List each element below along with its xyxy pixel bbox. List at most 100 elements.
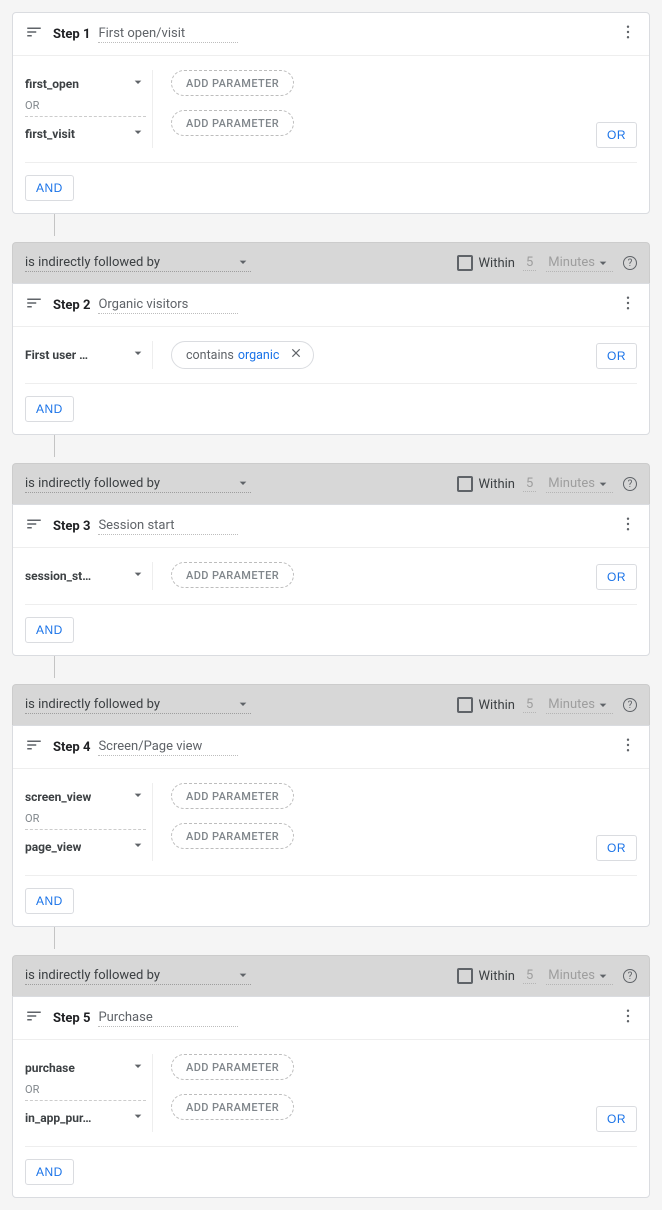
step-number-label: Step 4 — [53, 740, 90, 755]
within-checkbox[interactable] — [457, 255, 473, 271]
chevron-down-icon — [130, 566, 146, 586]
within-value-input[interactable]: 5 — [523, 476, 536, 492]
kebab-menu-icon[interactable] — [619, 1007, 637, 1029]
help-icon[interactable]: ? — [623, 969, 637, 983]
follow-type-select[interactable]: is indirectly followed by — [25, 254, 251, 272]
sort-icon[interactable] — [25, 294, 53, 316]
step-body: purchase OR in_app_pur… ADD PARAMETER ADD PA… — [13, 1040, 649, 1197]
step-number-label: Step 2 — [53, 298, 90, 313]
step-name-input[interactable]: First open/visit — [98, 26, 238, 43]
within-value-input[interactable]: 5 — [523, 255, 536, 271]
follow-type-select[interactable]: is indirectly followed by — [25, 696, 251, 714]
event-select[interactable]: screen_view — [25, 783, 146, 811]
sort-icon[interactable] — [25, 736, 53, 758]
step-number-label: Step 3 — [53, 519, 90, 534]
event-list: session_st… — [25, 562, 153, 590]
divider — [25, 829, 146, 830]
parameters-column: ADD PARAMETER — [153, 562, 586, 588]
step-name-input[interactable]: Screen/Page view — [98, 739, 238, 756]
step-name-input[interactable]: Session start — [98, 518, 238, 535]
kebab-menu-icon[interactable] — [619, 23, 637, 45]
within-value-input[interactable]: 5 — [523, 968, 536, 984]
event-name-label: first_visit — [25, 127, 75, 141]
kebab-menu-icon[interactable] — [619, 294, 637, 316]
within-unit-select[interactable]: Minutes — [546, 476, 613, 493]
or-button[interactable]: OR — [596, 564, 637, 590]
event-select[interactable]: purchase — [25, 1054, 146, 1082]
or-column: OR — [586, 1054, 637, 1132]
and-button[interactable]: AND — [25, 617, 74, 643]
add-parameter-button[interactable]: ADD PARAMETER — [171, 823, 294, 849]
and-row: AND — [25, 605, 637, 655]
event-list: screen_view OR page_view — [25, 783, 153, 861]
help-icon[interactable]: ? — [623, 698, 637, 712]
within-label: Within — [479, 969, 515, 984]
or-column: OR — [586, 341, 637, 369]
conditions-wrap: first_openORfirst_visitADD PARAMETERADD … — [25, 56, 637, 163]
and-button[interactable]: AND — [25, 888, 74, 914]
connector-line — [54, 214, 55, 236]
or-column: OR — [586, 562, 637, 590]
add-parameter-button[interactable]: ADD PARAMETER — [171, 1094, 294, 1120]
event-list: first_openORfirst_visit — [25, 70, 153, 148]
follow-type-select[interactable]: is indirectly followed by — [25, 967, 251, 985]
chevron-down-icon — [130, 837, 146, 857]
or-separator-label: OR — [25, 811, 146, 826]
within-unit-select[interactable]: Minutes — [546, 968, 613, 985]
kebab-menu-icon[interactable] — [619, 515, 637, 537]
event-name-label: first_open — [25, 77, 79, 91]
or-button[interactable]: OR — [596, 343, 637, 369]
follow-bar: is indirectly followed byWithin5Minutes? — [12, 463, 650, 504]
or-button[interactable]: OR — [596, 1106, 637, 1132]
step-header: Step 1 First open/visit — [13, 13, 649, 56]
follow-type-label: is indirectly followed by — [25, 255, 235, 270]
step-header: Step 2 Organic visitors — [13, 284, 649, 327]
follow-type-select[interactable]: is indirectly followed by — [25, 475, 251, 493]
event-name-label: page_view — [25, 840, 81, 854]
and-row: AND — [25, 163, 637, 213]
event-name-label: screen_view — [25, 790, 91, 804]
filter-chip[interactable]: containsorganic — [171, 341, 314, 369]
event-select[interactable]: first_visit — [25, 120, 146, 148]
or-button[interactable]: OR — [596, 122, 637, 148]
step-header: Step 3 Session start — [13, 505, 649, 548]
follow-type-label: is indirectly followed by — [25, 476, 235, 491]
add-parameter-button[interactable]: ADD PARAMETER — [171, 70, 294, 96]
within-unit-select[interactable]: Minutes — [546, 255, 613, 272]
kebab-menu-icon[interactable] — [619, 736, 637, 758]
conditions-wrap: screen_view OR page_view ADD PARAMETER ADD P… — [25, 769, 637, 876]
sort-icon[interactable] — [25, 23, 53, 45]
chevron-down-icon — [130, 345, 146, 365]
within-value-input[interactable]: 5 — [523, 697, 536, 713]
event-select[interactable]: in_app_pur… — [25, 1104, 146, 1132]
within-checkbox[interactable] — [457, 697, 473, 713]
event-select[interactable]: first_open — [25, 70, 146, 98]
step-body: screen_view OR page_view ADD PARAMETER ADD P… — [13, 769, 649, 926]
close-icon[interactable] — [283, 346, 303, 364]
step-name-input[interactable]: Organic visitors — [98, 297, 238, 314]
step-number-label: Step 1 — [53, 27, 90, 42]
conditions-wrap: session_st… ADD PARAMETER OR — [25, 548, 637, 605]
help-icon[interactable]: ? — [623, 477, 637, 491]
and-button[interactable]: AND — [25, 175, 74, 201]
event-select[interactable]: First user … — [25, 341, 146, 369]
add-parameter-button[interactable]: ADD PARAMETER — [171, 1054, 294, 1080]
within-checkbox[interactable] — [457, 476, 473, 492]
help-icon[interactable]: ? — [623, 256, 637, 270]
within-unit-select[interactable]: Minutes — [546, 697, 613, 714]
add-parameter-button[interactable]: ADD PARAMETER — [171, 783, 294, 809]
step-name-input[interactable]: Purchase — [98, 1010, 238, 1027]
or-button[interactable]: OR — [596, 835, 637, 861]
chevron-down-icon — [130, 787, 146, 807]
and-button[interactable]: AND — [25, 1159, 74, 1185]
add-parameter-button[interactable]: ADD PARAMETER — [171, 110, 294, 136]
step-header: Step 5Purchase — [13, 997, 649, 1040]
sort-icon[interactable] — [25, 515, 53, 537]
and-button[interactable]: AND — [25, 396, 74, 422]
within-checkbox[interactable] — [457, 968, 473, 984]
sort-icon[interactable] — [25, 1007, 53, 1029]
event-select[interactable]: session_st… — [25, 562, 146, 590]
add-parameter-button[interactable]: ADD PARAMETER — [171, 562, 294, 588]
divider — [25, 116, 146, 117]
event-select[interactable]: page_view — [25, 833, 146, 861]
